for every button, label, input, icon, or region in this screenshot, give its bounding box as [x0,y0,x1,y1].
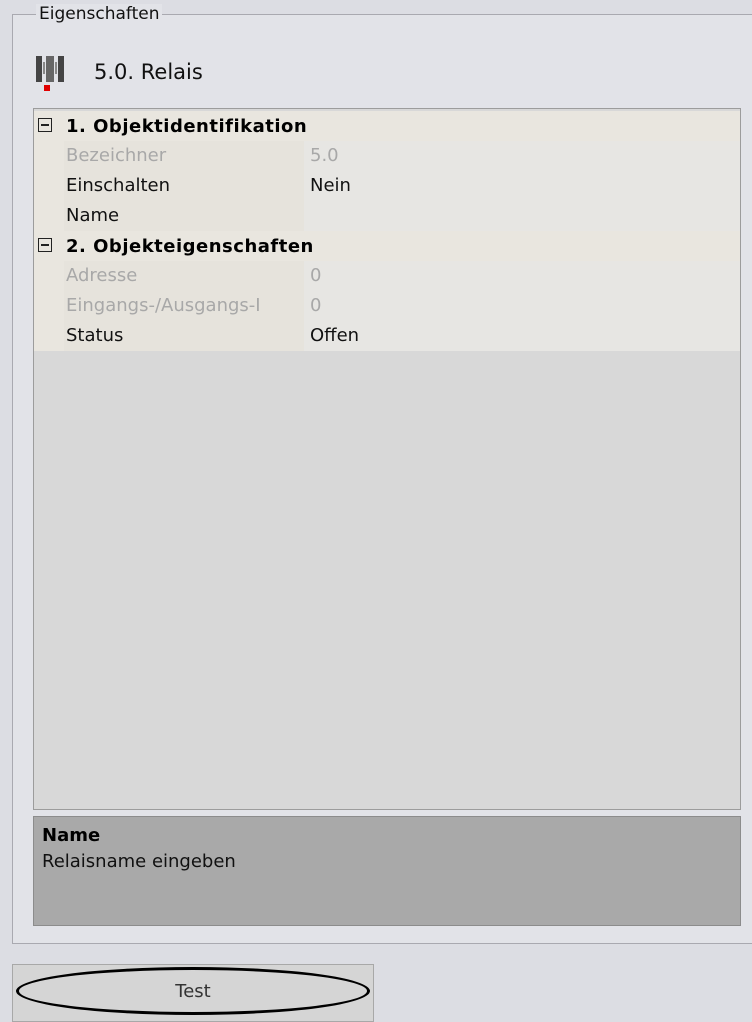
property-name: Bezeichner [66,145,167,166]
relay-icon [34,52,68,92]
property-row-status[interactable]: Status Offen [34,321,740,351]
property-name: Name [66,205,120,226]
property-row-einschalten[interactable]: Einschalten Nein [34,171,740,201]
property-value: 5.0 [310,145,339,166]
category-objekteigenschaften[interactable]: 2. Objekteigenschaften [34,231,740,261]
object-title: 5.0. Relais [94,60,203,84]
property-row-name[interactable]: Name [34,201,740,231]
test-button-area: Test [12,964,374,1022]
test-button[interactable]: Test [16,967,370,1015]
collapse-icon[interactable] [38,118,52,132]
description-text: Relaisname eingeben [42,851,236,872]
description-panel: Name Relaisname eingeben [33,816,741,926]
properties-title: Eigenschaften [36,4,163,24]
category-label: 1. Objektidentifikation [66,115,308,137]
category-objektidentifikation[interactable]: 1. Objektidentifikation [34,111,740,141]
property-row-eingangs-ausgangs[interactable]: Eingangs-/Ausgangs-I 0 [34,291,740,321]
property-name: Status [66,325,124,346]
category-label: 2. Objekteigenschaften [66,235,314,257]
collapse-icon[interactable] [38,238,52,252]
property-row-bezeichner[interactable]: Bezeichner 5.0 [34,141,740,171]
property-name: Eingangs-/Ausgangs-I [66,295,261,316]
property-name: Adresse [66,265,138,286]
property-value[interactable]: Offen [310,321,359,351]
object-header: 5.0. Relais [34,52,203,92]
property-grid[interactable]: 1. Objektidentifikation Bezeichner 5.0 E… [33,108,741,810]
property-name: Einschalten [66,175,171,196]
property-value[interactable]: Nein [310,171,351,201]
property-value: 0 [310,295,322,316]
description-title: Name [42,825,101,846]
property-row-adresse[interactable]: Adresse 0 [34,261,740,291]
property-value: 0 [310,265,322,286]
